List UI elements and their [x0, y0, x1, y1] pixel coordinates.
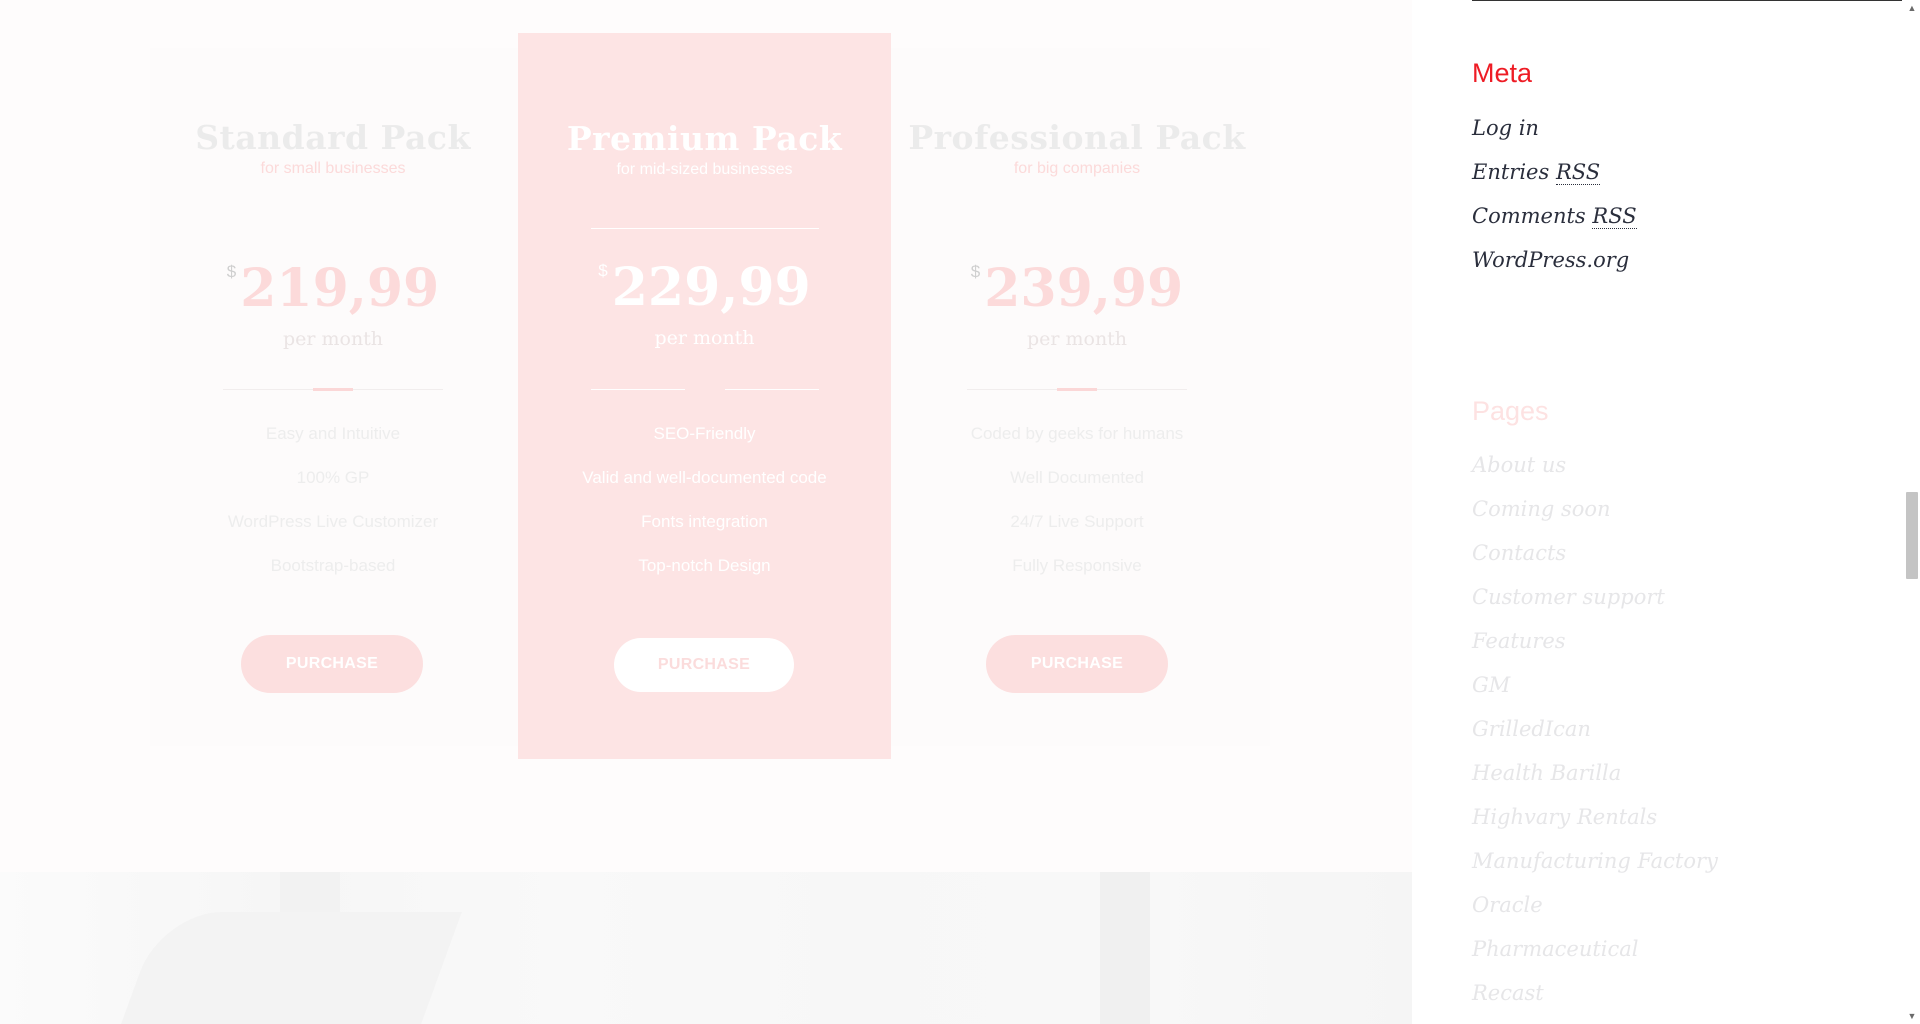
currency-symbol: $ — [598, 261, 608, 280]
page-link[interactable]: Features — [1472, 629, 1566, 653]
page-item: Contacts — [1472, 531, 1718, 575]
price-period: per month — [654, 327, 755, 349]
feature-list: Easy and Intuitive 100% GP WordPress Liv… — [147, 412, 519, 588]
widget-title-meta: Meta — [1472, 58, 1533, 88]
page-item: GM — [1472, 663, 1718, 707]
meta-item: WordPress.org — [1472, 238, 1637, 282]
price-value: 219,99 — [240, 258, 440, 319]
pages-list: About us Coming soon Contacts Customer s… — [1472, 443, 1718, 1015]
meta-item: Comments RSS — [1472, 194, 1637, 238]
pack-price: $229,99 — [518, 257, 891, 318]
triangle-down-icon[interactable]: ▼ — [1904, 1008, 1920, 1024]
page-link[interactable]: Recast — [1472, 981, 1544, 1005]
pricing-card-premium: Premium Pack for mid-sized businesses $2… — [518, 33, 891, 759]
feature-item: Coded by geeks for humans — [970, 424, 1184, 443]
sidebar-divider — [1472, 0, 1902, 1]
feature-item: Fully Responsive — [1012, 556, 1142, 575]
pack-subtitle: for mid-sized businesses — [616, 161, 793, 178]
page-item: About us — [1472, 443, 1718, 487]
purchase-button[interactable]: PURCHASE — [241, 635, 423, 693]
meta-link-comments-rss[interactable]: Comments RSS — [1472, 204, 1637, 229]
page-link[interactable]: Coming soon — [1472, 497, 1611, 521]
photo-detail — [118, 912, 462, 1024]
feature-item: Easy and Intuitive — [265, 424, 401, 443]
purchase-button[interactable]: PURCHASE — [986, 635, 1168, 693]
divider-right — [725, 389, 819, 390]
pricing-card-professional: Professional Pack for big companies $239… — [891, 48, 1263, 746]
currency-symbol: $ — [226, 262, 237, 281]
page-link[interactable]: Highvary Rentals — [1472, 805, 1657, 829]
feature-item: Bootstrap-based — [270, 556, 396, 575]
price-value: 229,99 — [611, 257, 811, 318]
feature-item: Fonts integration — [641, 512, 768, 531]
feature-item: SEO-Friendly — [653, 424, 756, 443]
pack-subtitle: for big companies — [1013, 160, 1141, 177]
page-item: Features — [1472, 619, 1718, 663]
photo-detail — [1100, 872, 1150, 1024]
page-link[interactable]: Manufacturing Factory — [1472, 849, 1718, 873]
divider — [591, 228, 819, 229]
pack-title: Professional Pack — [908, 118, 1246, 157]
feature-item: 100% GP — [296, 468, 370, 487]
meta-link-log-in[interactable]: Log in — [1472, 116, 1539, 140]
page-link[interactable]: Health Barilla — [1472, 761, 1621, 785]
page-link[interactable]: Contacts — [1472, 541, 1566, 565]
rss-abbr: RSS — [1592, 204, 1637, 229]
pack-title: Standard Pack — [195, 118, 471, 157]
page-item: Pharmaceutical — [1472, 927, 1718, 971]
page-item: Health Barilla — [1472, 751, 1718, 795]
meta-list: Log in Entries RSS Comments RSS WordPres… — [1472, 106, 1637, 282]
meta-item: Entries RSS — [1472, 150, 1637, 194]
page-link[interactable]: Oracle — [1472, 893, 1543, 917]
meta-item: Log in — [1472, 106, 1637, 150]
page-item: Oracle — [1472, 883, 1718, 927]
price-period: per month — [1026, 328, 1128, 350]
sidebar: Meta Log in Entries RSS Comments RSS Wor… — [1472, 0, 1912, 1024]
feature-item: Top-notch Design — [638, 556, 771, 575]
page-item: Customer support — [1472, 575, 1718, 619]
feature-item: 24/7 Live Support — [1010, 512, 1144, 531]
main-content: Standard Pack for small businesses $219,… — [0, 0, 1412, 1024]
scrollbar[interactable]: ▲ ▼ — [1904, 0, 1920, 1024]
pricing-card-standard: Standard Pack for small businesses $219,… — [147, 48, 519, 746]
page-link[interactable]: GrilledIcan — [1472, 717, 1591, 741]
pack-title: Premium Pack — [566, 119, 843, 158]
widget-title-pages: Pages — [1472, 396, 1549, 426]
page-item: Highvary Rentals — [1472, 795, 1718, 839]
feature-item: WordPress Live Customizer — [227, 512, 439, 531]
feature-item: Well Documented — [1010, 468, 1144, 487]
page-link[interactable]: About us — [1472, 453, 1566, 477]
page-link[interactable]: Customer support — [1472, 585, 1665, 609]
rss-abbr: RSS — [1555, 160, 1601, 185]
page-link[interactable]: Pharmaceutical — [1472, 937, 1639, 961]
pack-price: $239,99 — [891, 258, 1263, 319]
divider-accent — [1057, 388, 1097, 391]
scroll-thumb[interactable] — [1906, 492, 1918, 579]
page-item: GrilledIcan — [1472, 707, 1718, 751]
price-period: per month — [282, 328, 384, 350]
page-link[interactable]: GM — [1472, 673, 1510, 697]
divider-accent — [313, 388, 353, 391]
divider-left — [591, 389, 685, 390]
feature-list: SEO-Friendly Valid and well-documented c… — [518, 412, 891, 588]
link-label: Entries — [1472, 160, 1550, 184]
price-value: 239,99 — [984, 258, 1184, 319]
pack-subtitle: for small businesses — [260, 160, 406, 177]
background-photo — [0, 872, 1412, 1024]
page-item: Recast — [1472, 971, 1718, 1015]
purchase-button[interactable]: PURCHASE — [614, 638, 794, 692]
page-item: Manufacturing Factory — [1472, 839, 1718, 883]
feature-item: Valid and well-documented code — [582, 468, 827, 487]
meta-link-wordpress-org[interactable]: WordPress.org — [1472, 248, 1629, 272]
feature-list: Coded by geeks for humans Well Documente… — [891, 412, 1263, 588]
currency-symbol: $ — [970, 262, 981, 281]
pack-price: $219,99 — [147, 258, 519, 319]
meta-link-entries-rss[interactable]: Entries RSS — [1472, 160, 1601, 185]
triangle-up-icon[interactable]: ▲ — [1904, 0, 1920, 16]
page-item: Coming soon — [1472, 487, 1718, 531]
link-label: Comments — [1472, 204, 1586, 228]
